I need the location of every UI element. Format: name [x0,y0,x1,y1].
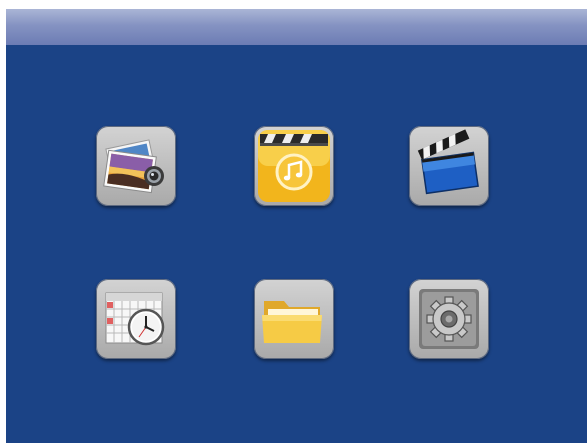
calendar-clock-icon [105,292,165,346]
photo-viewer-icon [103,139,164,194]
title-bar-text [6,9,7,10]
calendar-button[interactable] [96,279,176,359]
music-player-icon [258,130,330,202]
music-button[interactable] [254,126,334,206]
photos-button[interactable] [96,126,176,206]
settings-gear-icon [419,289,479,349]
settings-button[interactable] [409,279,489,359]
folder-icon [262,301,322,343]
frame-screen [6,9,587,443]
files-button[interactable] [254,279,334,359]
video-button[interactable] [409,126,489,206]
video-clapperboard-icon [417,129,479,195]
title-bar [6,9,587,45]
